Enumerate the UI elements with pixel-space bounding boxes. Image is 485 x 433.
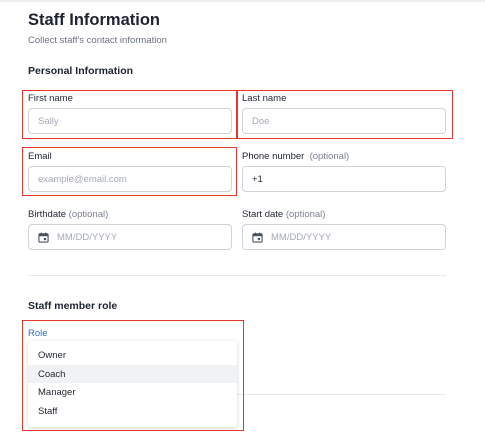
phone-label: Phone number (optional) <box>242 151 349 162</box>
phone-input[interactable]: +1 <box>242 166 446 192</box>
annotation-box-role <box>22 320 244 431</box>
phone-optional-hint: (optional) <box>309 151 350 162</box>
start-date-label: Start date (optional) <box>242 209 325 220</box>
section-divider <box>28 275 446 276</box>
phone-label-text: Phone number <box>242 151 305 162</box>
start-date-label-text: Start date <box>242 209 284 220</box>
annotation-box-email <box>22 147 237 196</box>
birthdate-label: Birthdate (optional) <box>28 209 108 220</box>
start-date-optional-hint: (optional) <box>285 209 326 220</box>
calendar-icon[interactable] <box>252 232 263 243</box>
start-date-placeholder: MM/DD/YYYY <box>271 231 332 243</box>
calendar-icon[interactable] <box>38 232 49 243</box>
page-subtitle: Collect staff's contact information <box>28 35 167 46</box>
birthdate-label-text: Birthdate <box>28 209 67 220</box>
annotation-box-last-name <box>237 90 453 139</box>
top-border <box>0 0 485 2</box>
page-title: Staff Information <box>28 11 160 29</box>
phone-value: +1 <box>252 173 263 185</box>
staff-role-heading: Staff member role <box>28 300 118 312</box>
birthdate-input[interactable]: MM/DD/YYYY <box>28 224 232 250</box>
personal-info-heading: Personal Information <box>28 65 134 77</box>
annotation-box-first-name <box>22 90 237 139</box>
birthdate-placeholder: MM/DD/YYYY <box>57 231 118 243</box>
start-date-input[interactable]: MM/DD/YYYY <box>242 224 446 250</box>
birthdate-optional-hint: (optional) <box>68 209 109 220</box>
